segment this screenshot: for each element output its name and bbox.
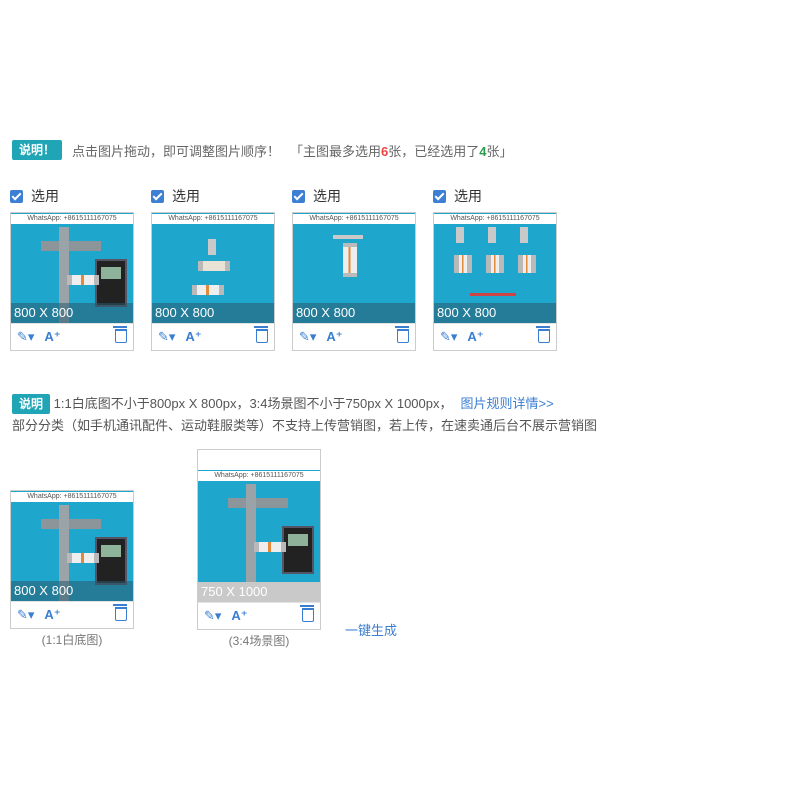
product-image[interactable]: WhatsApp: +8615111167075 800 X 800: [434, 213, 556, 323]
tip-text: 点击图片拖动，即可调整图片顺序！: [72, 143, 281, 159]
tip-count: 「主图最多选用6张，已经选用了4张」: [290, 143, 513, 159]
image-size: 800 X 800: [11, 581, 133, 601]
tip-badge: 说明！: [12, 140, 63, 160]
watermark: WhatsApp: +8615111167075: [293, 214, 415, 224]
image-size: 800 X 800: [11, 303, 133, 323]
select-label: 选用: [172, 188, 200, 204]
note-line1: 1:1白底图不小于800px X 800px，3:4场景图不小于750px X …: [53, 396, 453, 411]
select-checkbox[interactable]: [151, 189, 164, 203]
main-image-card[interactable]: 选用 WhatsApp: +8615111167075 800 X 800 ✎▾…: [292, 186, 416, 351]
image-caption: (1:1白底图): [41, 633, 103, 647]
delete-button[interactable]: [254, 325, 268, 346]
ai-text-icon[interactable]: A⁺: [44, 329, 60, 345]
marketing-image-portrait[interactable]: WhatsApp: +8615111167075 750 X 1000 ✎▾ A…: [197, 449, 321, 649]
trash-icon: [254, 325, 268, 343]
marketing-image-square[interactable]: WhatsApp: +8615111167075 800 X 800 ✎▾ A⁺…: [10, 490, 134, 648]
select-label: 选用: [454, 188, 482, 204]
trash-icon: [395, 325, 409, 343]
magic-wand-icon[interactable]: ✎▾: [440, 329, 457, 345]
product-image[interactable]: WhatsApp: +8615111167075 750 X 1000: [198, 470, 320, 602]
marketing-note: 说明 1:1白底图不小于800px X 800px，3:4场景图不小于750px…: [12, 393, 597, 437]
image-size: 800 X 800: [434, 303, 556, 323]
select-label: 选用: [31, 188, 59, 204]
magic-wand-icon[interactable]: ✎▾: [158, 329, 175, 345]
image-size: 750 X 1000: [198, 582, 320, 602]
magic-wand-icon[interactable]: ✎▾: [299, 329, 316, 345]
image-size: 800 X 800: [293, 303, 415, 323]
product-image[interactable]: WhatsApp: +8615111167075 800 X 800: [293, 213, 415, 323]
image-caption: (3:4场景图): [228, 634, 290, 648]
select-label: 选用: [313, 188, 341, 204]
trash-icon: [113, 325, 127, 343]
ai-text-icon[interactable]: A⁺: [326, 329, 342, 345]
watermark: WhatsApp: +8615111167075: [434, 214, 556, 224]
ai-text-icon[interactable]: A⁺: [467, 329, 483, 345]
select-checkbox[interactable]: [433, 189, 446, 203]
watermark: WhatsApp: +8615111167075: [152, 214, 274, 224]
main-image-card[interactable]: 选用 WhatsApp: +8615111167075 800 X 800 ✎▾…: [10, 186, 134, 351]
delete-button[interactable]: [113, 325, 127, 346]
image-rules-link[interactable]: 图片规则详情>>: [460, 396, 553, 411]
ai-text-icon[interactable]: A⁺: [44, 607, 60, 623]
watermark: WhatsApp: +8615111167075: [11, 492, 133, 502]
product-image[interactable]: WhatsApp: +8615111167075 800 X 800: [11, 213, 133, 323]
delete-button[interactable]: [113, 603, 127, 624]
main-image-card[interactable]: 选用 WhatsApp: +8615111167075 800 X 800 ✎▾…: [433, 186, 557, 351]
note-badge: 说明: [12, 394, 51, 414]
main-image-card[interactable]: 选用 WhatsApp: +8615111167075 800 X 800 ✎▾…: [151, 186, 275, 351]
trash-icon: [536, 325, 550, 343]
ai-text-icon[interactable]: A⁺: [231, 608, 247, 624]
delete-button[interactable]: [536, 325, 550, 346]
product-image[interactable]: WhatsApp: +8615111167075 800 X 800: [152, 213, 274, 323]
magic-wand-icon[interactable]: ✎▾: [17, 607, 34, 623]
trash-icon: [113, 603, 127, 621]
product-image[interactable]: WhatsApp: +8615111167075 800 X 800: [11, 491, 133, 601]
used-count: 4: [479, 143, 487, 159]
ai-text-icon[interactable]: A⁺: [185, 329, 201, 345]
magic-wand-icon[interactable]: ✎▾: [17, 329, 34, 345]
delete-button[interactable]: [395, 325, 409, 346]
image-size: 800 X 800: [152, 303, 274, 323]
tip-row: 说明！ 点击图片拖动，即可调整图片顺序！ 「主图最多选用6张，已经选用了4张」: [12, 140, 513, 160]
select-checkbox[interactable]: [10, 189, 23, 203]
magic-wand-icon[interactable]: ✎▾: [204, 608, 221, 624]
delete-button[interactable]: [300, 604, 314, 625]
select-checkbox[interactable]: [292, 189, 305, 203]
watermark: WhatsApp: +8615111167075: [198, 471, 320, 481]
one-click-generate-link[interactable]: 一键生成: [345, 620, 397, 639]
watermark: WhatsApp: +8615111167075: [11, 214, 133, 224]
note-line2: 部分分类（如手机通讯配件、运动鞋服类等）不支持上传营销图，若上传，在速卖通后台不…: [12, 418, 598, 433]
trash-icon: [300, 604, 314, 622]
